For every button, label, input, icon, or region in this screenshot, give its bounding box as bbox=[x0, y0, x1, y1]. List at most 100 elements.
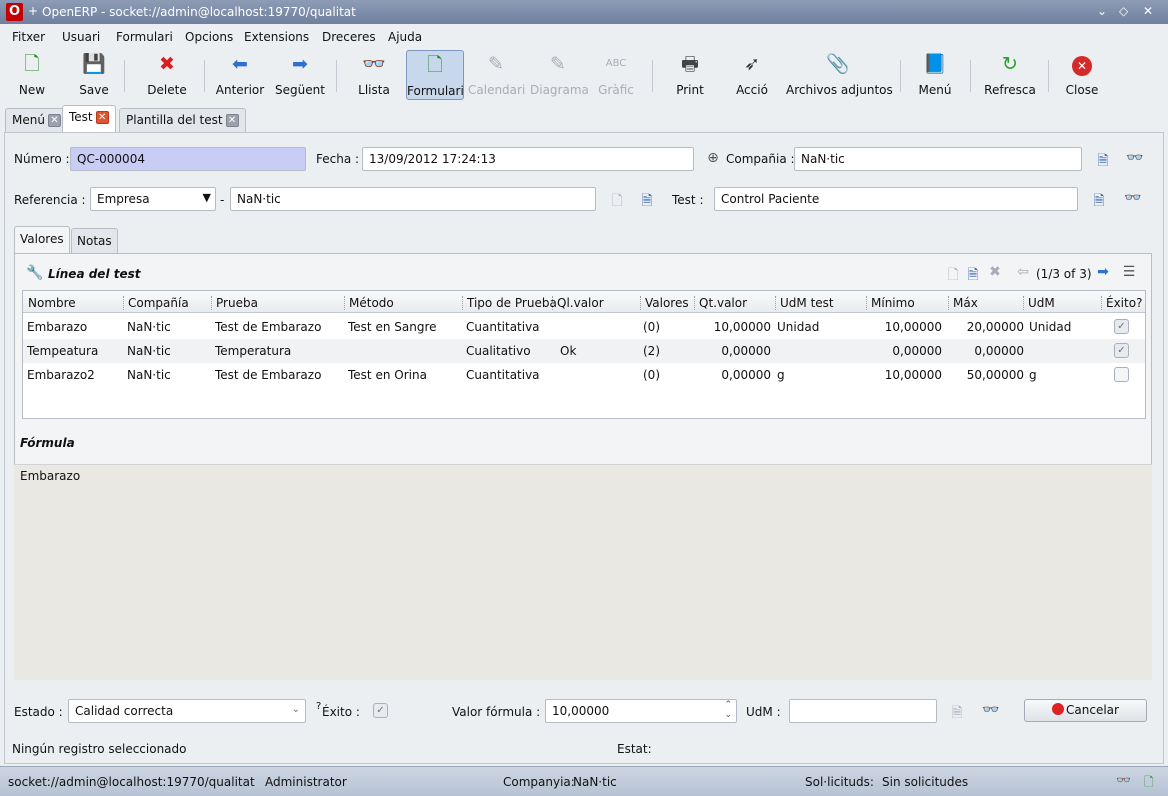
numero-field[interactable]: QC-000004 bbox=[70, 147, 306, 171]
tab-test[interactable]: Test ✕ bbox=[62, 105, 116, 132]
exito-checkbox[interactable] bbox=[1114, 367, 1129, 382]
menu-extensions[interactable]: Extensions bbox=[244, 30, 309, 44]
udm-field[interactable] bbox=[789, 699, 937, 723]
search-binoculars-icon[interactable]: 👓 bbox=[982, 702, 1000, 718]
selection-status: Ningún registro seleccionado bbox=[12, 742, 187, 756]
menu-fitxer[interactable]: Fitxer bbox=[12, 30, 45, 44]
formula-textarea[interactable]: Embarazo bbox=[14, 464, 1152, 680]
menu-formulari[interactable]: Formulari bbox=[116, 30, 173, 44]
tab-close-icon[interactable]: ✕ bbox=[95, 111, 109, 124]
app-logo-icon: O bbox=[6, 3, 23, 21]
tab-notas[interactable]: Notas bbox=[71, 228, 118, 253]
column-header[interactable]: Compañía bbox=[123, 296, 189, 310]
column-header[interactable]: Prueba bbox=[211, 296, 258, 310]
search-binoculars-icon[interactable]: 👓 bbox=[1126, 150, 1144, 166]
column-header[interactable]: Éxito? bbox=[1101, 296, 1142, 310]
fecha-field[interactable]: 13/09/2012 17:24:13 bbox=[362, 147, 694, 171]
minimize-icon[interactable]: ⌄ bbox=[1097, 4, 1107, 18]
search-binoculars-icon[interactable]: 👓 bbox=[1124, 190, 1142, 206]
table-row[interactable]: Embarazo NaN·tic Test de Embarazo Test e… bbox=[23, 315, 1145, 339]
action-button[interactable]: ➶ Acció bbox=[730, 50, 774, 100]
next-line-icon[interactable]: ➡ bbox=[1094, 264, 1112, 280]
binoculars-icon: 👓 bbox=[362, 53, 386, 75]
open-line-icon[interactable]: 🗎 bbox=[964, 264, 982, 288]
window-pin-icon[interactable]: + bbox=[28, 4, 38, 18]
delete-line-icon[interactable]: ✖ bbox=[986, 264, 1004, 280]
tab-plantilla-del-test[interactable]: Plantilla del test ✕ bbox=[119, 108, 246, 132]
maximize-icon[interactable]: ◇ bbox=[1119, 4, 1128, 18]
valor-formula-field[interactable]: 10,00000 ⌃ ⌄ bbox=[545, 699, 737, 723]
previous-button[interactable]: ⬅ Anterior bbox=[214, 50, 266, 100]
column-header[interactable]: Nombre bbox=[28, 296, 76, 310]
column-header[interactable]: Tipo de Prueba bbox=[462, 296, 557, 310]
referencia-type-select[interactable]: Empresa ▼ bbox=[90, 187, 216, 211]
column-header[interactable]: Ql.valor bbox=[552, 296, 604, 310]
calendar-view-button[interactable]: ✎ Calendari bbox=[468, 50, 525, 100]
company-label: Companyia: bbox=[503, 775, 575, 789]
previous-line-icon[interactable]: ⇦ bbox=[1014, 264, 1032, 280]
fecha-label: Fecha : bbox=[316, 152, 360, 166]
section-title: Línea del test bbox=[48, 267, 141, 281]
open-record-icon[interactable]: 🗎 bbox=[638, 190, 656, 214]
diagram-pen-icon: ✎ bbox=[550, 53, 566, 75]
delete-button[interactable]: ✖ Delete bbox=[140, 50, 194, 100]
exito-checkbox[interactable]: ✓ bbox=[1114, 343, 1129, 358]
refresh-button[interactable]: ↻ Refresca bbox=[980, 50, 1040, 100]
spinner-icon[interactable]: ⌃ ⌄ bbox=[724, 700, 732, 720]
tab-menu[interactable]: Menú ✕ bbox=[5, 108, 68, 132]
close-button[interactable]: ✕ Close bbox=[1060, 50, 1104, 100]
test-field[interactable]: Control Paciente bbox=[714, 187, 1078, 211]
referencia-label: Referencia : bbox=[14, 193, 86, 207]
tab-close-icon[interactable]: ✕ bbox=[47, 114, 61, 127]
estado-select[interactable]: Calidad correcta ⌄ bbox=[68, 699, 306, 723]
menu-opcions[interactable]: Opcions bbox=[185, 30, 233, 44]
table-row[interactable]: Tempeatura NaN·tic Temperatura Cualitati… bbox=[23, 339, 1145, 363]
switch-view-icon[interactable]: ☰ bbox=[1120, 264, 1138, 280]
new-record-icon[interactable]: 🗋 bbox=[608, 190, 626, 214]
test-lines-table: Nombre Compañía Prueba Método Tipo de Pr… bbox=[22, 290, 1146, 419]
column-header[interactable]: Método bbox=[344, 296, 394, 310]
diagram-view-button[interactable]: ✎ Diagrama bbox=[530, 50, 589, 100]
next-button[interactable]: ➡ Següent bbox=[274, 50, 326, 100]
toolbar: 🗋 New 💾 Save ✖ Delete ⬅ Anterior ➡ Següe… bbox=[0, 48, 1168, 102]
new-line-icon[interactable]: 🗋 bbox=[944, 264, 962, 288]
tab-close-icon[interactable]: ✕ bbox=[225, 114, 239, 127]
graph-view-button[interactable]: ABC Gràfic bbox=[594, 50, 638, 100]
attachments-button[interactable]: 📎 Archivos adjuntos bbox=[786, 50, 893, 100]
cancel-button[interactable]: Cancelar bbox=[1024, 699, 1147, 722]
search-binoculars-icon[interactable]: 👓 bbox=[1116, 773, 1131, 787]
new-request-icon[interactable]: 🗋 bbox=[1144, 773, 1154, 794]
compania-field[interactable]: NaN·tic bbox=[794, 147, 1082, 171]
arrow-right-icon: ➡ bbox=[292, 53, 308, 75]
table-row[interactable]: Embarazo2 NaN·tic Test de Embarazo Test … bbox=[23, 363, 1145, 387]
open-record-icon[interactable]: 🗎 bbox=[948, 702, 966, 726]
menu-ajuda[interactable]: Ajuda bbox=[388, 30, 422, 44]
exito-checkbox[interactable]: ✓ bbox=[1114, 319, 1129, 334]
save-button[interactable]: 💾 Save bbox=[70, 50, 118, 100]
form-view-button[interactable]: 🗋 Formulari bbox=[406, 50, 464, 100]
requests-label: Sol·licituds: bbox=[805, 775, 874, 789]
print-button[interactable]: 🖶 Print bbox=[668, 50, 712, 100]
referencia-field[interactable]: NaN·tic bbox=[230, 187, 596, 211]
menu-dreceres[interactable]: Dreceres bbox=[322, 30, 376, 44]
column-header[interactable]: UdM test bbox=[775, 296, 834, 310]
column-header[interactable]: Qt.valor bbox=[694, 296, 747, 310]
column-header[interactable]: UdM bbox=[1023, 296, 1055, 310]
new-button[interactable]: 🗋 New bbox=[8, 50, 56, 100]
open-record-icon[interactable]: 🗎 bbox=[1094, 150, 1112, 174]
list-view-button[interactable]: 👓 Llista bbox=[350, 50, 398, 100]
zoom-icon[interactable]: ⊕ bbox=[704, 150, 722, 166]
menu-usuari[interactable]: Usuari bbox=[62, 30, 100, 44]
open-record-icon[interactable]: 🗎 bbox=[1090, 190, 1108, 214]
column-header[interactable]: Máx bbox=[948, 296, 978, 310]
window-close-icon[interactable]: ✕ bbox=[1143, 4, 1153, 18]
column-header[interactable]: Mínimo bbox=[866, 296, 915, 310]
tab-valores[interactable]: Valores bbox=[14, 226, 70, 253]
company-value: NaN·tic bbox=[573, 775, 617, 789]
close-circle-icon: ✕ bbox=[1070, 52, 1094, 76]
rocket-icon: ➶ bbox=[744, 53, 760, 75]
exito-checkbox[interactable]: ✓ bbox=[373, 703, 388, 718]
column-header[interactable]: Valores bbox=[640, 296, 689, 310]
menu-button[interactable]: 📘 Menú bbox=[912, 50, 958, 100]
estat-label: Estat: bbox=[617, 742, 652, 756]
